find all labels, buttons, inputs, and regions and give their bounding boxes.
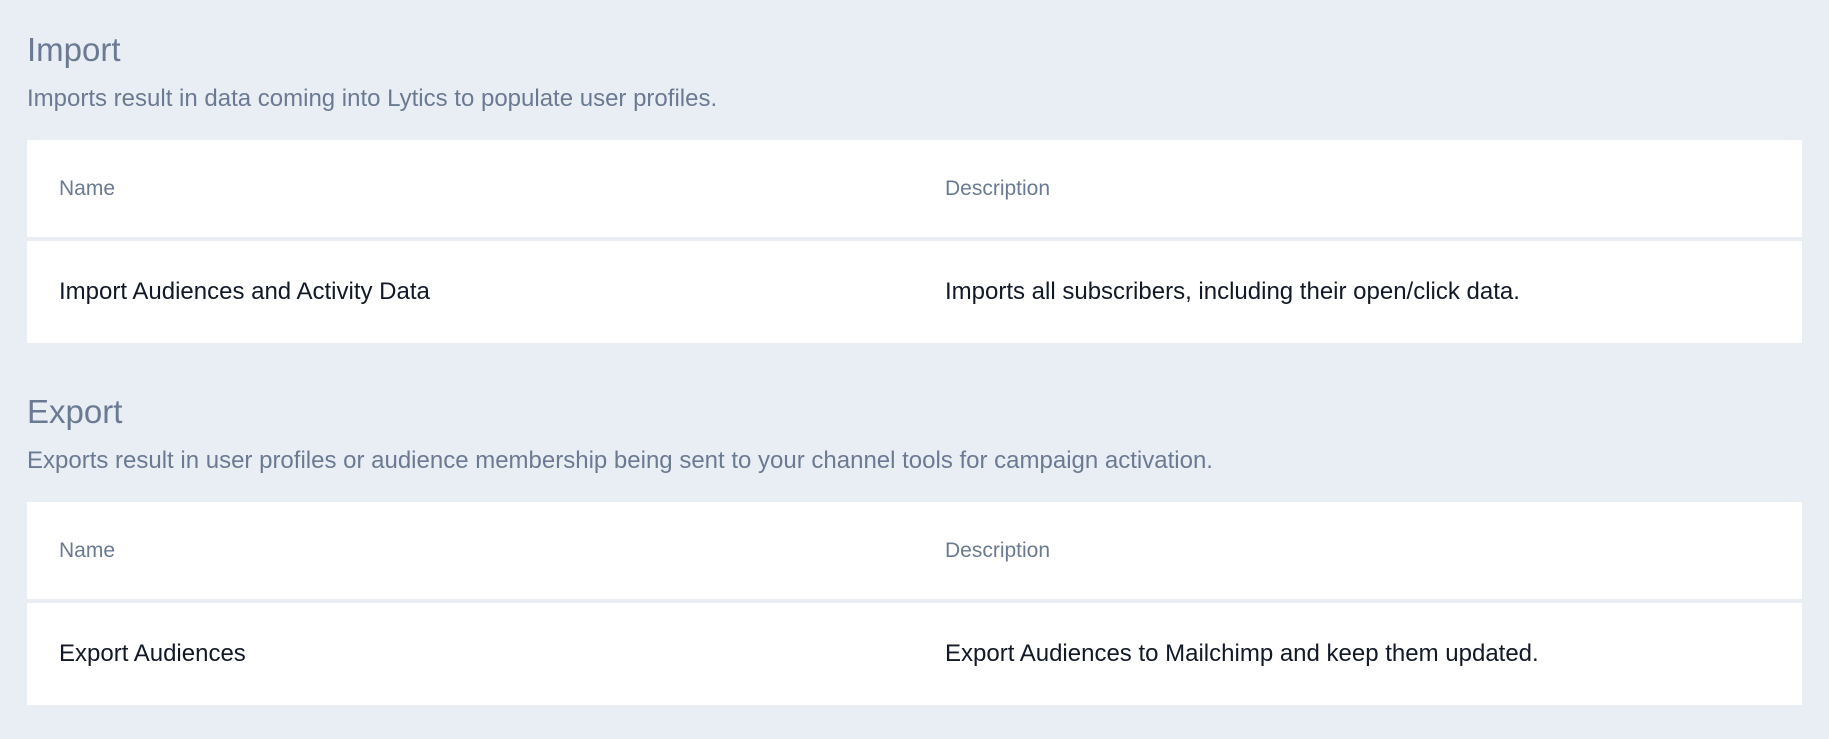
table-row[interactable]: Export Audiences Export Audiences to Mai… xyxy=(27,603,1802,705)
table-row[interactable]: Import Audiences and Activity Data Impor… xyxy=(27,241,1802,343)
export-title: Export xyxy=(27,393,123,430)
row-name: Import Audiences and Activity Data xyxy=(59,278,430,305)
row-name: Export Audiences xyxy=(59,640,246,667)
column-header-name: Name xyxy=(59,538,116,562)
table-header: Name Description xyxy=(27,502,1802,599)
import-description: Imports result in data coming into Lytic… xyxy=(27,85,718,112)
column-header-name: Name xyxy=(59,176,116,200)
import-title: Import xyxy=(27,31,121,68)
row-description: Imports all subscribers, including their… xyxy=(945,278,1520,305)
column-header-description: Description xyxy=(945,538,1051,562)
export-description: Exports result in user profiles or audie… xyxy=(27,447,1213,474)
table-header: Name Description xyxy=(27,140,1802,237)
row-description: Export Audiences to Mailchimp and keep t… xyxy=(945,640,1539,667)
column-header-description: Description xyxy=(945,176,1051,200)
